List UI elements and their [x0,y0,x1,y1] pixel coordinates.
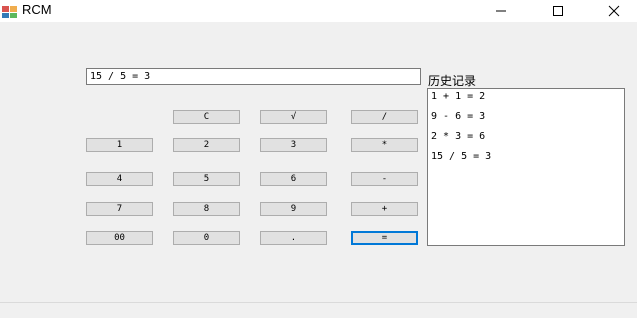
maximize-button[interactable] [535,0,581,22]
digit-8-button[interactable]: 8 [173,202,240,216]
minimize-button[interactable] [478,0,524,22]
history-list[interactable]: 1 + 1 = 2 9 - 6 = 3 2 * 3 = 6 15 / 5 = 3 [427,88,625,246]
digit-3-button[interactable]: 3 [260,138,327,152]
digit-1-button[interactable]: 1 [86,138,153,152]
window-title: RCM [22,2,52,17]
divide-button[interactable]: / [351,110,418,124]
decimal-point-button[interactable]: . [260,231,327,245]
maximize-icon [552,5,564,17]
double-zero-button[interactable]: 00 [86,231,153,245]
history-item[interactable]: 15 / 5 = 3 [431,151,491,163]
title-bar: RCM [0,0,637,22]
equals-button[interactable]: = [351,231,418,245]
plus-button[interactable]: + [351,202,418,216]
digit-4-button[interactable]: 4 [86,172,153,186]
clear-button[interactable]: C [173,110,240,124]
multiply-button[interactable]: * [351,138,418,152]
minimize-icon [495,5,507,17]
digit-0-button[interactable]: 0 [173,231,240,245]
digit-7-button[interactable]: 7 [86,202,153,216]
app-icon [2,4,18,18]
digit-5-button[interactable]: 5 [173,172,240,186]
close-button[interactable] [591,0,637,22]
minus-button[interactable]: - [351,172,418,186]
sqrt-button[interactable]: √ [260,110,327,124]
history-label: 历史记录 [428,74,477,88]
digit-9-button[interactable]: 9 [260,202,327,216]
history-item[interactable]: 2 * 3 = 6 [431,131,485,143]
history-item[interactable]: 9 - 6 = 3 [431,111,485,123]
close-icon [608,5,620,17]
status-bar [0,302,637,318]
expression-display[interactable]: 15 / 5 = 3 [86,68,421,85]
resize-grip-icon[interactable] [631,312,635,316]
digit-6-button[interactable]: 6 [260,172,327,186]
digit-2-button[interactable]: 2 [173,138,240,152]
history-item[interactable]: 1 + 1 = 2 [431,91,485,103]
